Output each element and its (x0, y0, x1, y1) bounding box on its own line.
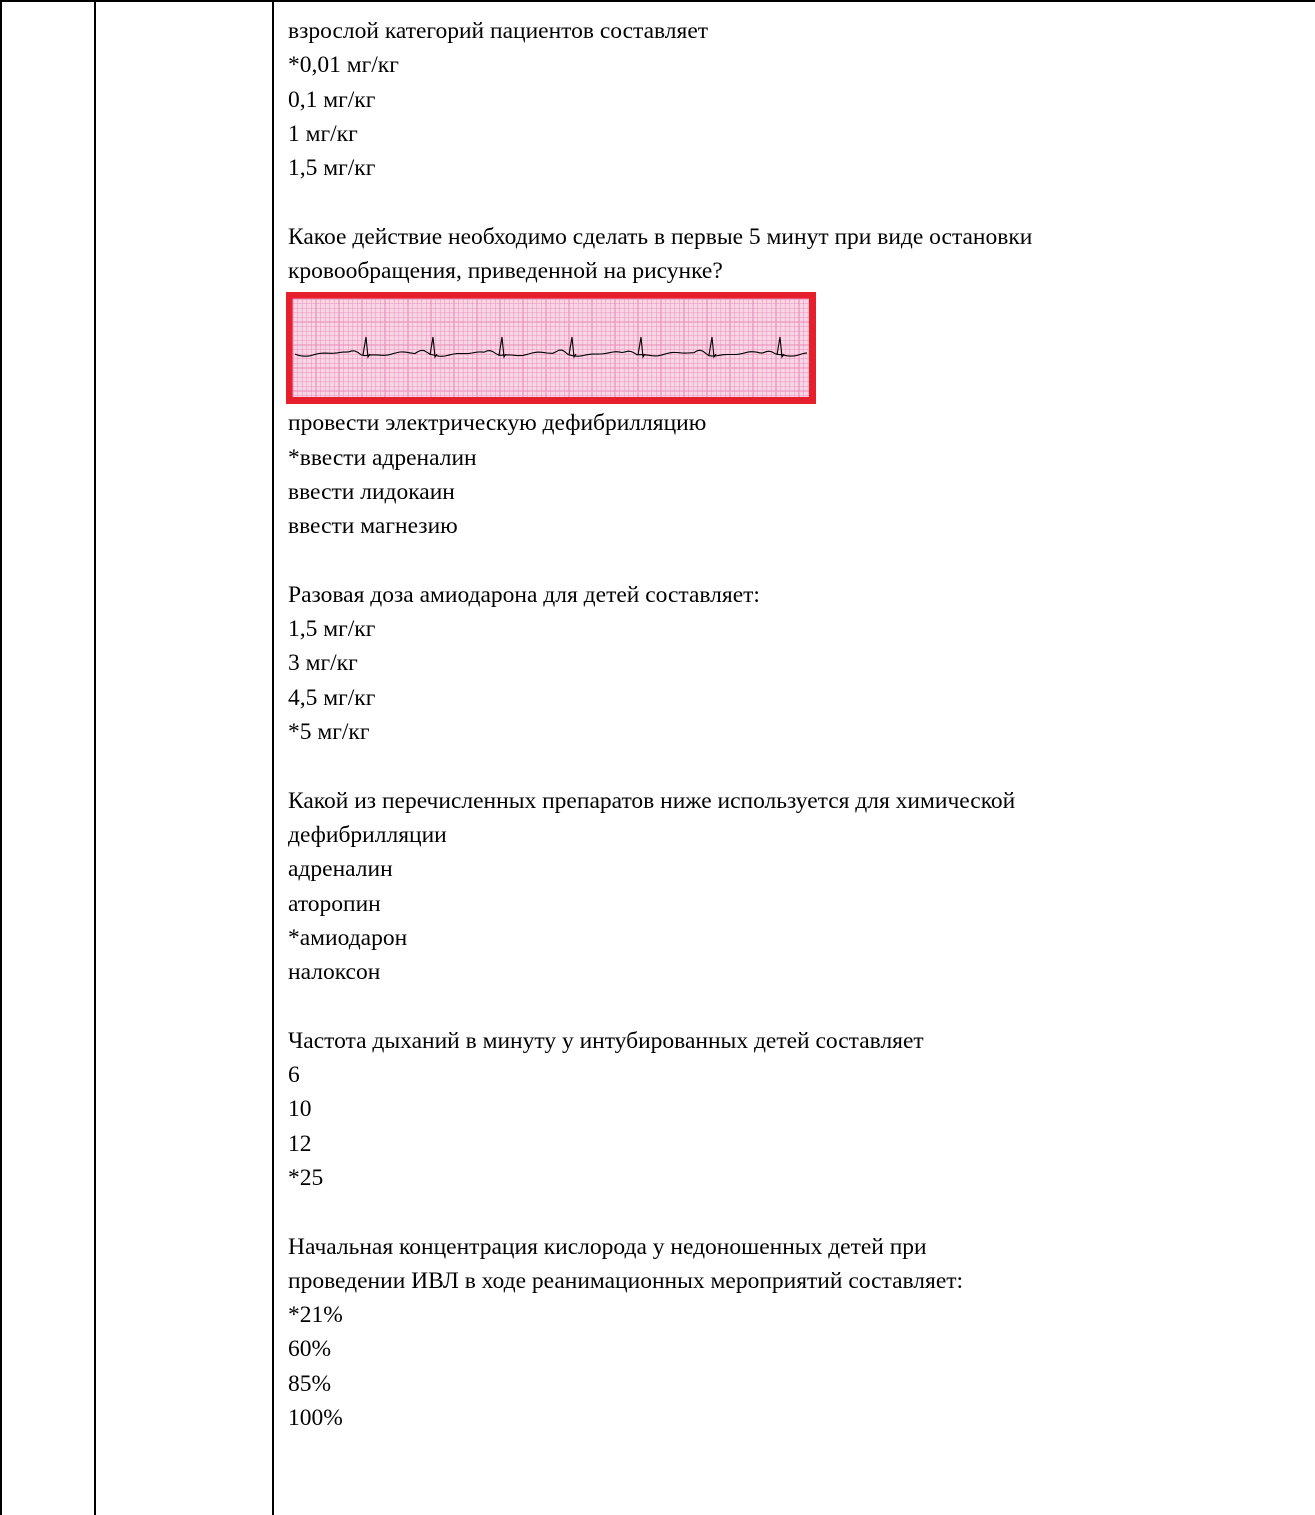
answer-option: 100% (288, 1404, 343, 1431)
answer-option: 4,5 мг/кг (288, 684, 376, 711)
answer-option: аторопин (288, 890, 381, 917)
answer-option: 6 (288, 1062, 300, 1089)
question-block: Разовая доза амиодарона для детей состав… (288, 578, 1312, 749)
ecg-rhythm-figure (286, 292, 816, 405)
question-block: Начальная концентрация кислорода у недон… (288, 1230, 1312, 1436)
answer-option: 85% (288, 1370, 332, 1397)
answer-option: *0,01 мг/кг (288, 52, 399, 79)
table-left-border (0, 0, 2, 1515)
question-text: проведении ИВЛ в ходе реанимационных мер… (288, 1267, 964, 1294)
question-text: дефибрилляции (288, 821, 447, 848)
answer-option: 1,5 мг/кг (288, 155, 376, 182)
answer-option: *амиодарон (288, 924, 408, 951)
question-block: Какое действие необходимо сделать в перв… (286, 220, 1312, 544)
answer-option: 10 (288, 1096, 312, 1123)
answer-option: 1 мг/кг (288, 120, 358, 147)
question-text: кровообращения, приведенной на рисунке? (288, 258, 723, 285)
answer-option: *5 мг/кг (288, 719, 370, 746)
answer-option: провести электрическую дефибрилляцию (288, 410, 707, 437)
question-text: Разовая доза амиодарона для детей состав… (288, 581, 760, 608)
ecg-strip-svg (286, 292, 816, 405)
table-column-divider-2 (272, 0, 274, 1515)
answer-option: адреналин (288, 856, 393, 883)
table-column-divider-1 (94, 0, 96, 1515)
answer-option: ввести лидокаин (288, 478, 455, 505)
answer-option: 1,5 мг/кг (288, 616, 376, 643)
question-text: Начальная концентрация кислорода у недон… (288, 1233, 927, 1260)
question-text: Частота дыханий в минуту у интубированны… (288, 1027, 924, 1054)
question-list: взрослой категорий пациентов составляет … (286, 14, 1312, 1436)
table-top-border (0, 0, 1315, 2)
answer-option: налоксон (288, 959, 381, 986)
answer-option: *25 (288, 1164, 324, 1191)
answer-option: 12 (288, 1130, 312, 1157)
question-text: взрослой категорий пациентов составляет (288, 18, 709, 44)
answer-option: 60% (288, 1336, 332, 1363)
answer-option: *ввести адреналин (288, 444, 477, 471)
answer-option: ввести магнезию (288, 513, 458, 540)
question-text: Какое действие необходимо сделать в перв… (288, 223, 1033, 250)
answer-option: 0,1 мг/кг (288, 86, 376, 113)
answer-option: *21% (288, 1302, 343, 1329)
ecg-paper (293, 299, 809, 398)
answer-option: 3 мг/кг (288, 650, 358, 677)
question-block: Частота дыханий в минуту у интубированны… (288, 1024, 1312, 1195)
question-block: Какой из перечисленных препаратов ниже и… (288, 784, 1312, 990)
question-block: взрослой категорий пациентов составляет … (288, 14, 1312, 185)
question-text: Какой из перечисленных препаратов ниже и… (288, 787, 1016, 814)
